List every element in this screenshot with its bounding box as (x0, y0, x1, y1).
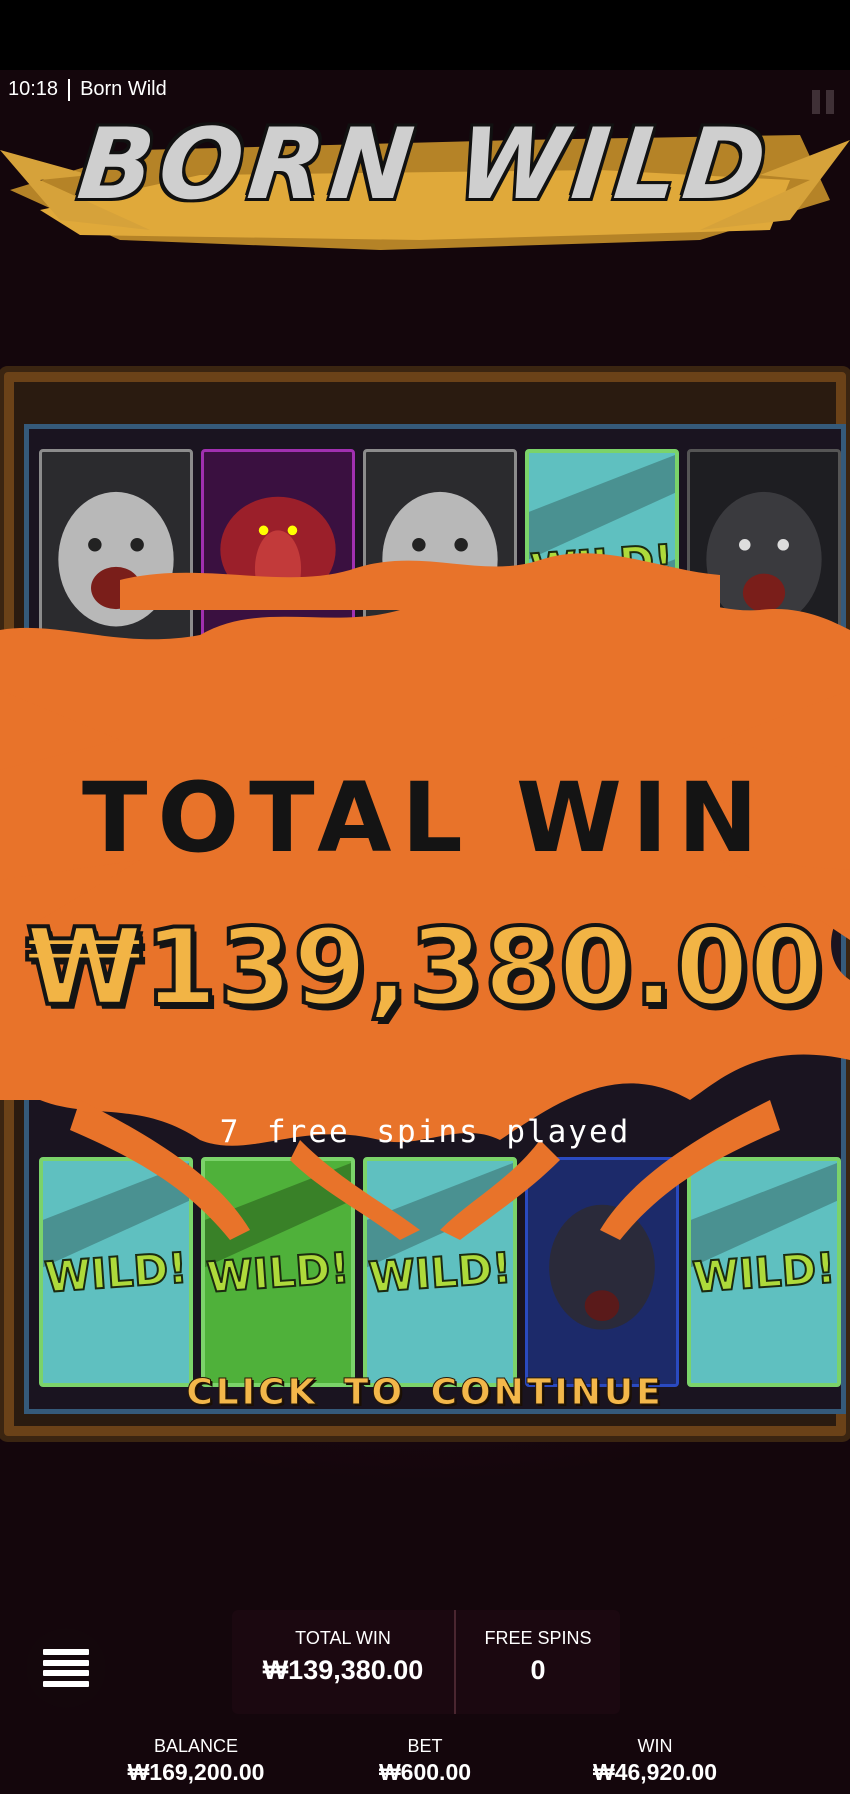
hud-total-win-value: ₩139,380.00 (262, 1655, 424, 1685)
footer-balance: BALANCE ₩169,200.00 (76, 1736, 316, 1786)
balance-label: BALANCE (153, 1736, 239, 1756)
total-win-title: TOTAL WIN (82, 762, 768, 874)
hamburger-icon (43, 1649, 89, 1687)
balance-value: ₩169,200.00 (127, 1759, 265, 1785)
hud-total-win-label: TOTAL WIN (295, 1628, 391, 1648)
win-value: ₩46,920.00 (592, 1759, 718, 1785)
total-win-amount: ₩139,380.00 (24, 904, 826, 1031)
logo-title: BORN WILD (73, 108, 777, 222)
game-stage[interactable]: 10:18 Born Wild BORN WILD WILD! WILD! WI… (0, 0, 850, 1794)
bet-value: ₩600.00 (378, 1759, 472, 1785)
free-spins-played-text: 7 free spins played (219, 1114, 631, 1150)
click-to-continue-button[interactable]: CLICK TO CONTINUE (0, 1372, 850, 1414)
menu-button[interactable] (26, 1628, 106, 1708)
pause-icon[interactable] (810, 88, 836, 116)
hud-free-spins-label: FREE SPINS (484, 1628, 592, 1648)
hud-panel: TOTAL WIN ₩139,380.00 FREE SPINS 0 (232, 1610, 620, 1714)
hud-free-spins: FREE SPINS 0 (456, 1628, 620, 1686)
win-label: WIN (637, 1736, 673, 1756)
hud-total-win: TOTAL WIN ₩139,380.00 (232, 1628, 454, 1686)
footer-bet: BET ₩600.00 (305, 1736, 545, 1786)
hud-free-spins-value: 0 (530, 1655, 546, 1685)
status-bar (0, 0, 850, 70)
footer-win: WIN ₩46,920.00 (535, 1736, 775, 1786)
bet-label: BET (407, 1736, 443, 1756)
